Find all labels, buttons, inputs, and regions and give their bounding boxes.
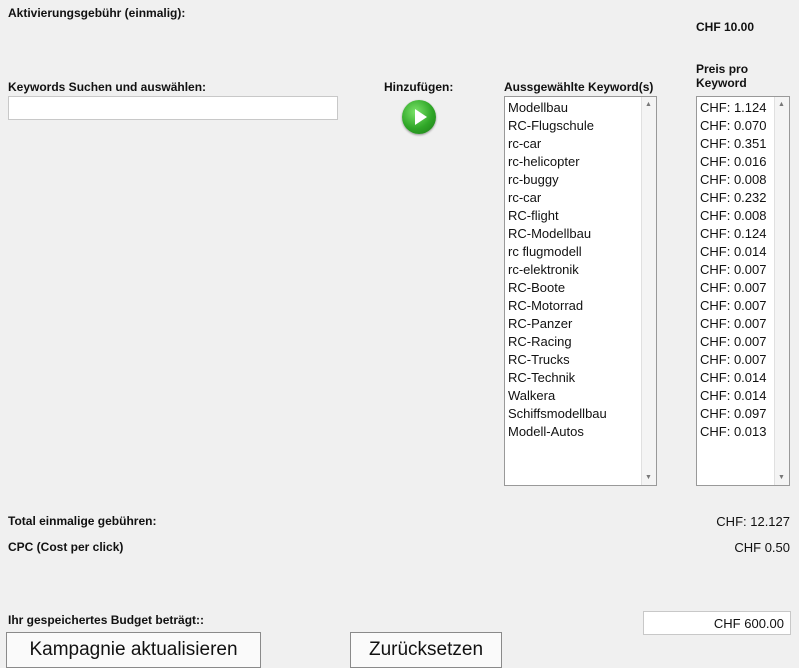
selected-keyword-item[interactable]: RC-flight: [508, 207, 656, 225]
price-scrollbar[interactable]: ▲ ▼: [774, 97, 789, 485]
total-fees-value: CHF: 12.127: [716, 514, 790, 529]
activation-fee-value: CHF 10.00: [696, 20, 755, 34]
selected-keyword-item[interactable]: RC-Racing: [508, 333, 656, 351]
keyword-search-label: Keywords Suchen und auswählen:: [8, 80, 207, 94]
selected-keyword-item[interactable]: rc flugmodell: [508, 243, 656, 261]
budget-label: Ihr gespeichertes Budget beträgt::: [8, 613, 205, 627]
scroll-down-arrow-icon[interactable]: ▼: [645, 474, 652, 481]
selected-keywords-listbox[interactable]: Modellbau RC-Flugschule rc-car rc-helicopte…: [504, 96, 657, 486]
cpc-value: CHF 0.50: [734, 540, 790, 555]
selected-keyword-item[interactable]: RC-Boote: [508, 279, 656, 297]
price-header-line2: Keyword: [696, 76, 747, 90]
add-keyword-button[interactable]: [402, 100, 436, 134]
scroll-down-arrow-icon[interactable]: ▼: [778, 474, 785, 481]
selected-keyword-item[interactable]: RC-Modellbau: [508, 225, 656, 243]
scroll-up-arrow-icon[interactable]: ▲: [778, 101, 785, 108]
selected-keywords-list: Modellbau RC-Flugschule rc-car rc-helicopte…: [505, 97, 656, 441]
keyword-search-input[interactable]: [8, 96, 338, 120]
total-fees-label: Total einmalige gebühren:: [8, 514, 157, 528]
price-per-keyword-header: Preis pro Keyword: [696, 62, 748, 90]
selected-keyword-item[interactable]: RC-Trucks: [508, 351, 656, 369]
selected-keyword-item[interactable]: Modellbau: [508, 99, 656, 117]
selected-keywords-header: Aussgewählte Keyword(s): [504, 80, 654, 94]
budget-input[interactable]: CHF 600.00: [643, 611, 791, 635]
selected-keyword-item[interactable]: RC-Panzer: [508, 315, 656, 333]
add-label: Hinzufügen:: [384, 80, 454, 94]
selected-keyword-item[interactable]: RC-Motorrad: [508, 297, 656, 315]
selected-keyword-item[interactable]: RC-Technik: [508, 369, 656, 387]
selected-keyword-item[interactable]: rc-car: [508, 135, 656, 153]
selected-keyword-item[interactable]: Walkera: [508, 387, 656, 405]
selected-keyword-item[interactable]: Schiffsmodellbau: [508, 405, 656, 423]
activation-fee-label: Aktivierungsgebühr (einmalig):: [8, 6, 186, 20]
reset-button[interactable]: Zurücksetzen: [350, 632, 502, 668]
selected-keywords-scrollbar[interactable]: ▲ ▼: [641, 97, 656, 485]
price-header-line1: Preis pro: [696, 62, 749, 76]
selected-keyword-item[interactable]: Modell-Autos: [508, 423, 656, 441]
selected-keyword-item[interactable]: rc-helicopter: [508, 153, 656, 171]
price-per-keyword-listbox[interactable]: CHF: 1.124 CHF: 0.070 CHF: 0.351 CHF: 0.016…: [696, 96, 790, 486]
selected-keyword-item[interactable]: rc-car: [508, 189, 656, 207]
selected-keyword-item[interactable]: RC-Flugschule: [508, 117, 656, 135]
play-arrow-icon: [415, 109, 427, 125]
selected-keyword-item[interactable]: rc-elektronik: [508, 261, 656, 279]
selected-keyword-item[interactable]: rc-buggy: [508, 171, 656, 189]
update-campaign-button[interactable]: Kampagnie aktualisieren: [6, 632, 261, 668]
scroll-up-arrow-icon[interactable]: ▲: [645, 101, 652, 108]
cpc-label: CPC (Cost per click): [8, 540, 124, 554]
